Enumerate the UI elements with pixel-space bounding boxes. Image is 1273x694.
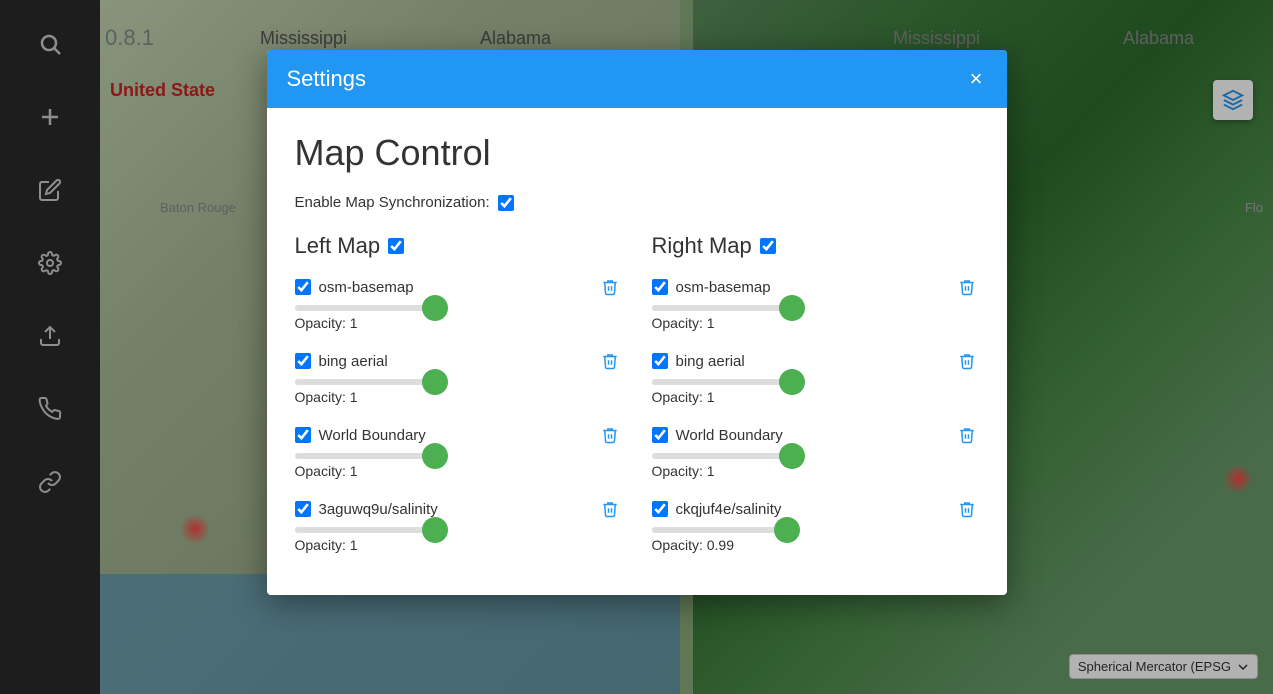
right-bing-opacity: Opacity: 1 [652,389,979,405]
left-layer-bing-header: bing aerial [295,349,622,373]
right-salinity-checkbox[interactable] [652,501,668,517]
left-layer-boundary: World Boundary [295,423,622,479]
left-boundary-slider[interactable] [295,453,435,459]
left-salinity-name: 3aguwq9u/salinity [319,501,590,518]
left-bing-checkbox[interactable] [295,353,311,369]
right-layer-boundary-header: World Boundary [652,423,979,447]
right-bing-checkbox[interactable] [652,353,668,369]
settings-modal: Settings × Map Control Enable Map Synchr… [267,50,1007,595]
left-bing-slider[interactable] [295,379,435,385]
left-bing-opacity: Opacity: 1 [295,389,622,405]
left-map-checkbox[interactable] [388,238,404,254]
left-layer-osm-header: osm-basemap [295,275,622,299]
maps-container: Left Map osm-basemap [295,233,979,571]
right-layer-boundary: World Boundary [652,423,979,479]
sync-label: Enable Map Synchronization: [295,194,490,211]
right-bing-delete-button[interactable] [955,349,979,373]
left-salinity-slider-container [295,527,622,533]
right-map-column: Right Map osm-basemap [652,233,979,571]
left-boundary-slider-container [295,453,622,459]
left-bing-slider-container [295,379,622,385]
right-map-header: Right Map [652,233,979,259]
left-layer-salinity-header: 3aguwq9u/salinity [295,497,622,521]
right-bing-slider-container [652,379,979,385]
left-layer-osm: osm-basemap [295,275,622,331]
right-layer-bing: bing aerial [652,349,979,405]
left-osm-slider[interactable] [295,305,435,311]
right-salinity-slider[interactable] [652,527,792,533]
right-boundary-slider-container [652,453,979,459]
right-salinity-thumb[interactable] [774,517,800,543]
right-map-label: Right Map [652,233,752,259]
right-osm-slider[interactable] [652,305,792,311]
right-boundary-delete-button[interactable] [955,423,979,447]
right-bing-name: bing aerial [676,353,947,370]
sync-row: Enable Map Synchronization: [295,194,979,211]
left-salinity-delete-button[interactable] [598,497,622,521]
right-layer-salinity: ckqjuf4e/salinity [652,497,979,553]
right-layer-salinity-header: ckqjuf4e/salinity [652,497,979,521]
left-osm-checkbox[interactable] [295,279,311,295]
right-layer-osm-header: osm-basemap [652,275,979,299]
left-bing-name: bing aerial [319,353,590,370]
right-boundary-slider[interactable] [652,453,792,459]
left-osm-slider-container [295,305,622,311]
left-bing-delete-button[interactable] [598,349,622,373]
right-boundary-name: World Boundary [676,427,947,444]
left-osm-delete-button[interactable] [598,275,622,299]
modal-overlay: Settings × Map Control Enable Map Synchr… [0,0,1273,694]
sync-checkbox[interactable] [498,195,514,211]
left-boundary-delete-button[interactable] [598,423,622,447]
left-boundary-opacity: Opacity: 1 [295,463,622,479]
left-salinity-checkbox[interactable] [295,501,311,517]
right-map-checkbox[interactable] [760,238,776,254]
left-salinity-slider[interactable] [295,527,435,533]
left-map-label: Left Map [295,233,381,259]
left-layer-bing: bing aerial [295,349,622,405]
right-salinity-slider-container [652,527,979,533]
right-boundary-opacity: Opacity: 1 [652,463,979,479]
right-boundary-checkbox[interactable] [652,427,668,443]
right-osm-delete-button[interactable] [955,275,979,299]
modal-header: Settings × [267,50,1007,108]
left-salinity-opacity: Opacity: 1 [295,537,622,553]
left-boundary-checkbox[interactable] [295,427,311,443]
modal-title: Settings [287,66,367,92]
right-salinity-delete-button[interactable] [955,497,979,521]
left-layer-salinity: 3aguwq9u/salinity [295,497,622,553]
right-osm-slider-container [652,305,979,311]
right-layer-bing-header: bing aerial [652,349,979,373]
left-osm-opacity: Opacity: 1 [295,315,622,331]
left-boundary-name: World Boundary [319,427,590,444]
left-osm-name: osm-basemap [319,279,590,296]
right-bing-slider[interactable] [652,379,792,385]
left-map-column: Left Map osm-basemap [295,233,622,571]
right-layer-osm: osm-basemap [652,275,979,331]
modal-body: Map Control Enable Map Synchronization: … [267,108,1007,595]
right-osm-opacity: Opacity: 1 [652,315,979,331]
left-map-header: Left Map [295,233,622,259]
right-salinity-opacity: Opacity: 0.99 [652,537,979,553]
modal-close-button[interactable]: × [966,68,987,90]
right-osm-checkbox[interactable] [652,279,668,295]
section-title: Map Control [295,132,979,174]
left-layer-boundary-header: World Boundary [295,423,622,447]
right-salinity-name: ckqjuf4e/salinity [676,501,947,518]
right-osm-name: osm-basemap [676,279,947,296]
